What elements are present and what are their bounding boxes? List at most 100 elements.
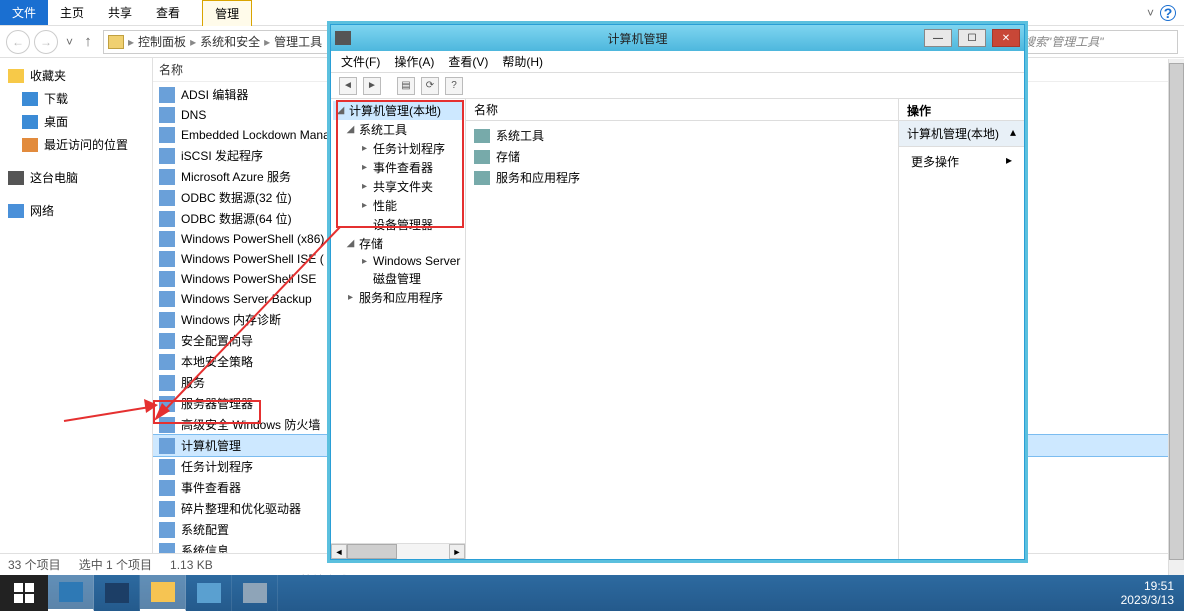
- tb-help-button[interactable]: ?: [445, 77, 463, 95]
- minimize-button[interactable]: —: [924, 29, 952, 47]
- nav-back-button[interactable]: ←: [6, 30, 30, 54]
- tab-share[interactable]: 共享: [96, 0, 144, 25]
- file-name: ADSI 编辑器: [181, 86, 248, 103]
- tray-date: 2023/3/13: [1121, 593, 1174, 607]
- close-button[interactable]: ✕: [992, 29, 1020, 47]
- sidebar-item-recent[interactable]: 最近访问的位置: [4, 133, 148, 156]
- windows-logo-icon: [14, 583, 34, 603]
- vertical-scrollbar[interactable]: [1168, 59, 1184, 553]
- maximize-button[interactable]: ☐: [958, 29, 986, 47]
- breadcrumb-admin[interactable]: 管理工具: [274, 33, 322, 50]
- mmc-list-header[interactable]: 名称: [466, 99, 898, 121]
- shortcut-icon: [159, 231, 175, 247]
- sidebar-item-this-pc[interactable]: 这台电脑: [4, 166, 148, 189]
- folder-icon: [474, 150, 490, 164]
- tree-root[interactable]: ◢计算机管理(本地): [333, 101, 463, 120]
- system-tray[interactable]: 19:51 2023/3/13: [1111, 577, 1184, 610]
- ribbon-tabs: 文件 主页 共享 查看 管理 ˅ ?: [0, 0, 1184, 26]
- start-button[interactable]: [0, 575, 48, 611]
- sidebar-label: 这台电脑: [30, 169, 78, 186]
- file-name: Embedded Lockdown Mana: [181, 128, 330, 142]
- actions-section[interactable]: 计算机管理(本地)▴: [899, 121, 1024, 147]
- file-name: 高级安全 Windows 防火墙: [181, 416, 320, 433]
- sidebar-nav: 收藏夹 下载 桌面 最近访问的位置 这台电脑 网络: [0, 58, 153, 553]
- tab-home[interactable]: 主页: [48, 0, 96, 25]
- tree-performance[interactable]: ▸性能: [333, 196, 463, 215]
- tree-h-scrollbar[interactable]: ◄►: [331, 543, 465, 559]
- tab-file[interactable]: 文件: [0, 0, 48, 25]
- tb-forward-button[interactable]: ►: [363, 77, 381, 95]
- list-item-services[interactable]: 服务和应用程序: [470, 167, 894, 188]
- actions-more[interactable]: 更多操作▸: [899, 147, 1024, 176]
- taskbar-powershell[interactable]: [94, 575, 140, 611]
- file-name: 安全配置向导: [181, 332, 253, 349]
- file-name: 服务器管理器: [181, 395, 253, 412]
- taskbar-computer-management[interactable]: [232, 575, 278, 611]
- shortcut-icon: [159, 543, 175, 554]
- taskbar-file-explorer[interactable]: [140, 575, 186, 611]
- shortcut-icon: [159, 396, 175, 412]
- tree-services-apps[interactable]: ▸服务和应用程序: [333, 288, 463, 307]
- shortcut-icon: [159, 107, 175, 123]
- sidebar-item-favorites[interactable]: 收藏夹: [4, 64, 148, 87]
- tree-windows-server[interactable]: ▸Windows Server: [333, 253, 463, 269]
- sidebar-item-network[interactable]: 网络: [4, 199, 148, 222]
- sidebar-label: 下载: [44, 90, 68, 107]
- sidebar-label: 收藏夹: [30, 67, 66, 84]
- tree-task-scheduler[interactable]: ▸任务计划程序: [333, 139, 463, 158]
- help-icon[interactable]: ?: [1160, 5, 1176, 21]
- control-panel-icon: [108, 35, 124, 49]
- menu-view[interactable]: 查看(V): [448, 53, 488, 70]
- shortcut-icon: [159, 354, 175, 370]
- menu-action[interactable]: 操作(A): [394, 53, 434, 70]
- shortcut-icon: [159, 190, 175, 206]
- mmc-titlebar[interactable]: 计算机管理 — ☐ ✕: [331, 25, 1024, 51]
- tree-disk-management[interactable]: 磁盘管理: [333, 269, 463, 288]
- nav-forward-button[interactable]: →: [34, 30, 58, 54]
- tb-properties-button[interactable]: ▤: [397, 77, 415, 95]
- mmc-toolbar: ◄ ► ▤ ⟳ ?: [331, 73, 1024, 99]
- shortcut-icon: [159, 312, 175, 328]
- nav-up-button[interactable]: ↑: [77, 33, 99, 50]
- file-name: DNS: [181, 108, 206, 122]
- file-name: ODBC 数据源(32 位): [181, 189, 292, 206]
- list-item-storage[interactable]: 存储: [470, 146, 894, 167]
- status-selection: 选中 1 个项目: [79, 556, 152, 573]
- tree-event-viewer[interactable]: ▸事件查看器: [333, 158, 463, 177]
- shortcut-icon: [159, 271, 175, 287]
- star-icon: [8, 69, 24, 83]
- search-input[interactable]: 搜索"管理工具": [1018, 30, 1178, 54]
- tree-storage[interactable]: ◢存储: [333, 234, 463, 253]
- tree-shared-folders[interactable]: ▸共享文件夹: [333, 177, 463, 196]
- shortcut-icon: [159, 375, 175, 391]
- breadcrumb-cp[interactable]: 控制面板: [138, 33, 186, 50]
- file-name: Windows Server Backup: [181, 292, 312, 306]
- menu-file[interactable]: 文件(F): [341, 53, 380, 70]
- file-name: Windows PowerShell (x86): [181, 232, 324, 246]
- shortcut-icon: [159, 480, 175, 496]
- tb-back-button[interactable]: ◄: [339, 77, 357, 95]
- tb-refresh-button[interactable]: ⟳: [421, 77, 439, 95]
- sidebar-item-downloads[interactable]: 下载: [4, 87, 148, 110]
- collapse-icon: ▴: [1010, 125, 1016, 142]
- taskbar-server-manager[interactable]: [48, 575, 94, 611]
- ribbon-expand-icon[interactable]: ˅: [1147, 6, 1154, 20]
- sidebar-item-desktop[interactable]: 桌面: [4, 110, 148, 133]
- taskbar-app-1[interactable]: [186, 575, 232, 611]
- list-item-system-tools[interactable]: 系统工具: [470, 125, 894, 146]
- shortcut-icon: [159, 522, 175, 538]
- chevron-right-icon: ▸: [1006, 153, 1012, 170]
- mmc-app-icon: [335, 31, 351, 45]
- shortcut-icon: [159, 417, 175, 433]
- menu-help[interactable]: 帮助(H): [502, 53, 543, 70]
- tree-device-manager[interactable]: 设备管理器: [333, 215, 463, 234]
- nav-history-icon[interactable]: ˅: [66, 35, 73, 49]
- shortcut-icon: [159, 169, 175, 185]
- pc-icon: [8, 171, 24, 185]
- sidebar-label: 最近访问的位置: [44, 136, 128, 153]
- breadcrumb-sys[interactable]: 系统和安全: [200, 33, 260, 50]
- tree-system-tools[interactable]: ◢系统工具: [333, 120, 463, 139]
- tab-view[interactable]: 查看: [144, 0, 192, 25]
- tab-manage[interactable]: 管理: [202, 0, 252, 26]
- computer-management-window: 计算机管理 — ☐ ✕ 文件(F) 操作(A) 查看(V) 帮助(H) ◄ ► …: [330, 24, 1025, 560]
